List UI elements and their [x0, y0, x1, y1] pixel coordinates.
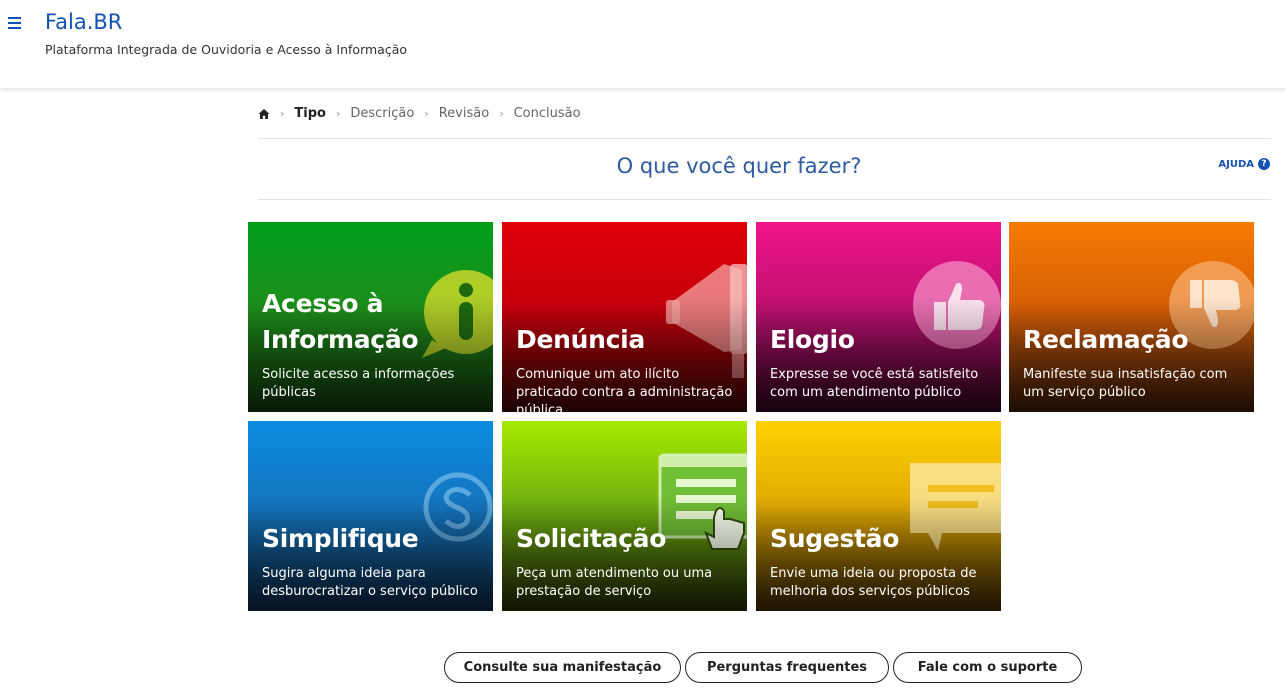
card-description: Expresse se você está satisfeito com um …: [770, 367, 979, 400]
chevron-right-icon: ›: [335, 107, 341, 120]
page-question: O que você quer fazer?: [616, 154, 862, 178]
chevron-right-icon: ›: [280, 107, 285, 120]
breadcrumb-step-descricao: Descrição: [350, 106, 415, 121]
card-description: Solicite acesso a informações públicas: [262, 367, 455, 400]
card-title: Solicitação: [516, 524, 667, 553]
card-description: Sugira alguma ideia para desburocratizar…: [262, 566, 478, 599]
card-denuncia[interactable]: Denúncia Comunique um ato ilícito pratic…: [502, 222, 747, 412]
card-description: Envie uma ideia ou proposta de melhoria …: [770, 566, 977, 599]
breadcrumb-step-tipo: Tipo: [294, 106, 326, 121]
home-icon[interactable]: [258, 108, 270, 120]
card-reclamacao[interactable]: Reclamação Manifeste sua insatisfação co…: [1009, 222, 1254, 412]
card-title: Acesso à: [262, 289, 384, 318]
breadcrumb-step-revisao: Revisão: [438, 106, 490, 121]
question-circle-icon: ?: [1258, 158, 1270, 170]
help-label: AJUDA: [1218, 158, 1254, 170]
help-link[interactable]: AJUDA ?: [1218, 158, 1270, 170]
breadcrumb-step-conclusao: Conclusão: [513, 106, 581, 121]
divider: [258, 138, 1271, 139]
hamburger-menu-icon[interactable]: [8, 14, 24, 32]
card-acesso-informacao[interactable]: Acesso à Informação Solicite acesso a in…: [248, 222, 493, 412]
divider: [258, 199, 1271, 200]
card-title: Elogio: [770, 325, 855, 354]
card-elogio[interactable]: Elogio Expresse se você está satisfeito …: [756, 222, 1001, 412]
card-solicitacao[interactable]: Solicitação Peça um atendimento ou uma p…: [502, 421, 747, 611]
perguntas-frequentes-button[interactable]: Perguntas frequentes: [685, 652, 889, 683]
app-header: Fala.BR Plataforma Integrada de Ouvidori…: [0, 0, 1286, 88]
card-title: Informação: [262, 325, 419, 354]
card-description: Comunique um ato ilícito praticado contr…: [516, 367, 733, 412]
card-title: Denúncia: [516, 325, 645, 354]
fale-com-suporte-button[interactable]: Fale com o suporte: [893, 652, 1082, 683]
chevron-right-icon: ›: [424, 107, 429, 120]
card-title: Reclamação: [1023, 325, 1189, 354]
card-title: Sugestão: [770, 524, 900, 553]
consulte-manifestacao-button[interactable]: Consulte sua manifestação: [444, 652, 681, 683]
card-description: Manifeste sua insatisfação com um serviç…: [1023, 367, 1228, 400]
app-title[interactable]: Fala.BR: [45, 10, 122, 34]
app-subtitle: Plataforma Integrada de Ouvidoria e Aces…: [45, 42, 407, 57]
card-simplifique[interactable]: Simplifique Sugira alguma ideia para des…: [248, 421, 493, 611]
card-description: Peça um atendimento ou uma prestação de …: [516, 566, 713, 599]
card-title: Simplifique: [262, 524, 419, 553]
breadcrumb: › Tipo › Descrição › Revisão › Conclusão: [258, 106, 581, 121]
card-sugestao[interactable]: Sugestão Envie uma ideia ou proposta de …: [756, 421, 1001, 611]
chevron-right-icon: ›: [499, 107, 504, 120]
